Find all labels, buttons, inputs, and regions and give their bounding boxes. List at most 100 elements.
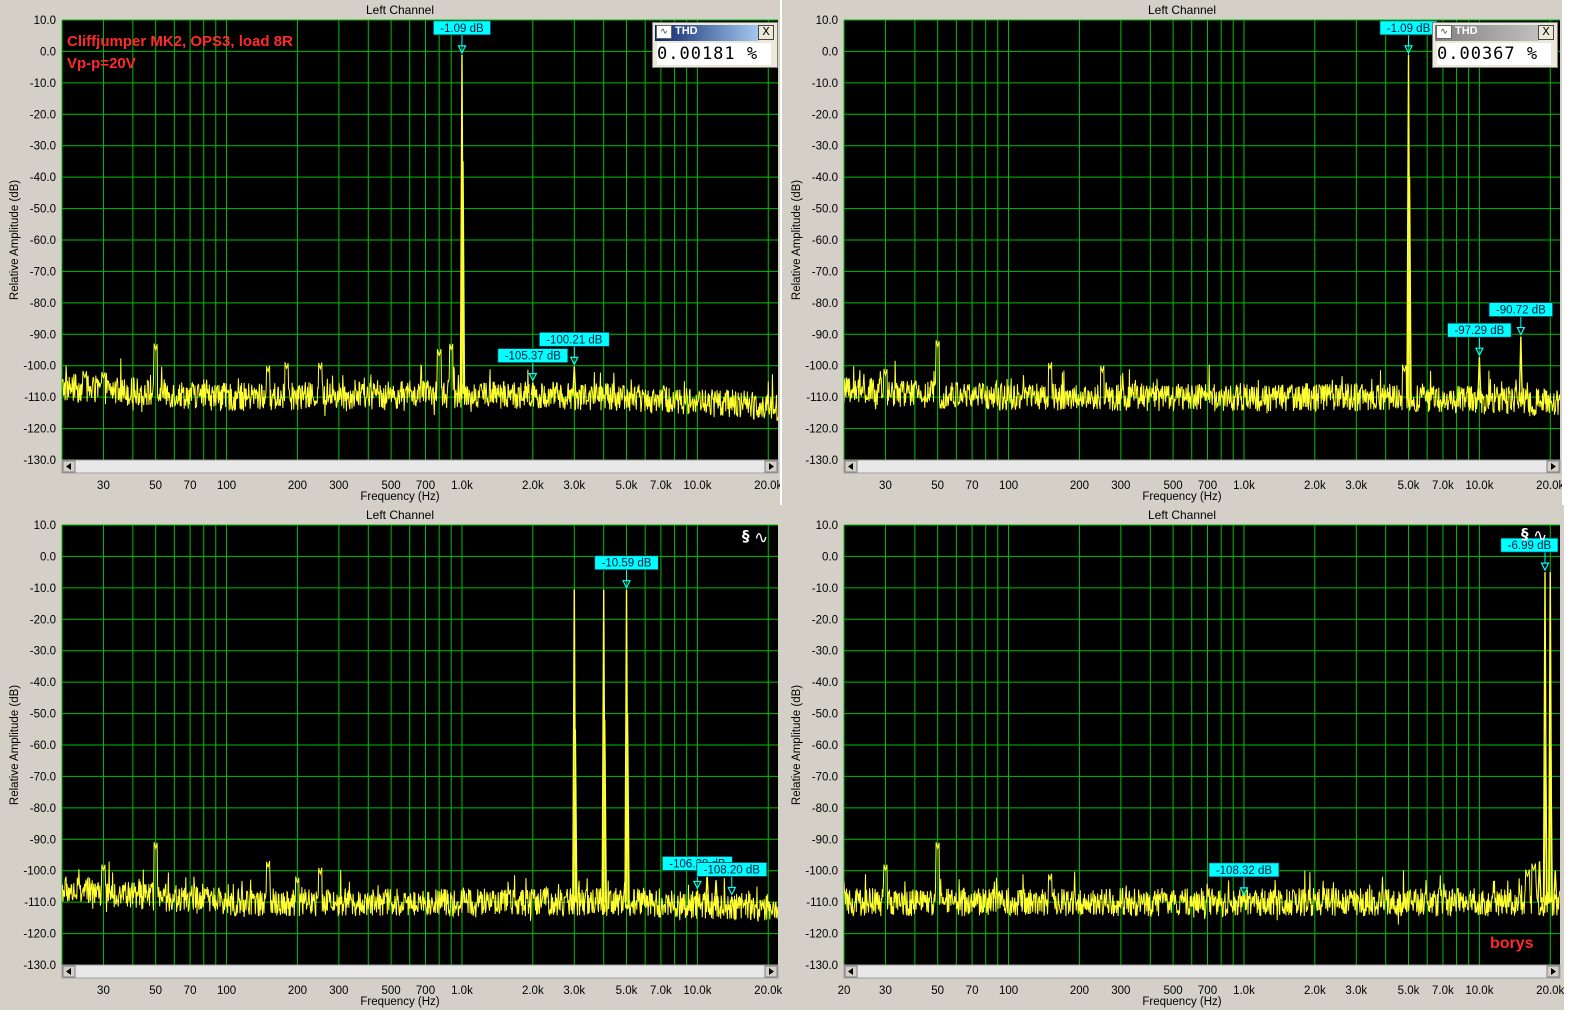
y-tick-label: -10.0 [812, 583, 838, 595]
y-axis-label: Relative Amplitude (dB) [791, 685, 803, 805]
y-tick-label: 10.0 [816, 15, 838, 27]
y-tick-label: -20.0 [812, 614, 838, 626]
x-tick-label: 70 [966, 985, 979, 997]
y-tick-label: -80.0 [30, 298, 56, 310]
x-tick-label: 1.0k [1233, 480, 1255, 492]
y-tick-label: -40.0 [30, 172, 56, 184]
x-tick-label: 20.0k [1536, 480, 1562, 492]
chart-title: Left Channel [366, 3, 434, 17]
x-tick-label: 20.0k [754, 480, 780, 492]
marker-label: -100.21 dB [546, 334, 603, 346]
close-icon[interactable]: X [1538, 25, 1554, 40]
x-tick-label: 3.0k [563, 985, 585, 997]
y-tick-label: -60.0 [30, 740, 56, 752]
generator-icon[interactable]: § ∿ [1517, 525, 1557, 551]
x-tick-label: 70 [184, 985, 197, 997]
x-tick-label: 50 [149, 985, 162, 997]
y-tick-label: -100.0 [23, 361, 56, 373]
y-tick-label: -90.0 [30, 329, 56, 341]
note-line-1: Cliffjumper MK2, OPS3, load 8R [67, 33, 293, 50]
spectrum-chart-2: Left Channel 10.0 0.0 -10.0 -20.0 -30.0 -40.0 -… [791, 3, 1562, 503]
thd-title: THD [1455, 25, 1478, 37]
x-tick-label: 100 [999, 985, 1018, 997]
y-tick-label: 10.0 [34, 15, 56, 27]
y-tick-label: -10.0 [812, 78, 838, 90]
y-tick-label: -70.0 [812, 771, 838, 783]
horizontal-scrollbar[interactable] [843, 459, 1561, 474]
x-tick-label: 10.0k [1465, 480, 1493, 492]
x-tick-label: 3.0k [1345, 985, 1367, 997]
y-tick-label: -100.0 [805, 866, 838, 878]
thd-window-right[interactable]: ∿ THD X 0.00367 % [1432, 22, 1558, 68]
spectrum-chart-3: Left Channel 10.0 0.0 -10.0 -20.0 -30.0 -40.0 -… [9, 508, 782, 1008]
note-line-2: Vp-p=20V [67, 55, 136, 72]
x-tick-label: 200 [288, 480, 307, 492]
thd-value: 0.00367 % [1437, 43, 1551, 65]
y-tick-label: -50.0 [812, 709, 838, 721]
x-tick-label: 10.0k [683, 985, 711, 997]
y-tick-label: -80.0 [812, 803, 838, 815]
y-tick-label: -60.0 [812, 740, 838, 752]
y-tick-label: -40.0 [812, 677, 838, 689]
y-tick-label: -30.0 [812, 646, 838, 658]
x-tick-label: 70 [184, 480, 197, 492]
x-tick-label: 5.0k [616, 480, 638, 492]
y-tick-label: -110.0 [24, 392, 56, 404]
y-tick-label: 0.0 [822, 551, 838, 563]
x-tick-label: 5.0k [1398, 985, 1420, 997]
x-tick-label: 2.0k [522, 480, 544, 492]
thd-window-left[interactable]: ∿ THD X 0.00181 % [652, 22, 778, 68]
x-tick-label: 300 [1111, 480, 1130, 492]
x-tick-label: 100 [999, 480, 1018, 492]
close-icon[interactable]: X [758, 25, 774, 40]
measurement-note: Cliffjumper MK2, OPS3, load 8R Vp-p=20V [67, 31, 293, 75]
scrollbar-track [843, 459, 1561, 474]
x-tick-label: 2.0k [522, 985, 544, 997]
x-tick-label: 2.0k [1304, 985, 1326, 997]
generator-icon[interactable]: § ∿ [738, 527, 778, 553]
x-tick-label: 200 [1070, 480, 1089, 492]
chart-panel-bottom-left: Left Channel 10.0 0.0 -10.0 -20.0 -30.0 -40.0 -… [0, 505, 782, 1010]
chart-title: Left Channel [1148, 3, 1216, 17]
y-tick-label: -10.0 [30, 583, 56, 595]
y-tick-label: -20.0 [30, 109, 56, 121]
x-tick-label: 3.0k [1345, 480, 1367, 492]
chart-title: Left Channel [1148, 508, 1216, 522]
y-tick-label: -40.0 [30, 677, 56, 689]
y-tick-label: -90.0 [30, 834, 56, 846]
scrollbar-track [61, 964, 779, 979]
waveform-icon: ∿ [1436, 25, 1452, 39]
x-tick-label: 5.0k [1398, 480, 1420, 492]
chart-title: Left Channel [366, 508, 434, 522]
thd-value: 0.00181 % [657, 43, 771, 65]
y-tick-label: -60.0 [812, 235, 838, 247]
x-tick-label: 50 [931, 985, 944, 997]
x-tick-label: 5.0k [616, 985, 638, 997]
x-tick-label: 2.0k [1304, 480, 1326, 492]
y-tick-label: -50.0 [30, 709, 56, 721]
x-tick-label: 20 [838, 985, 851, 997]
horizontal-scrollbar[interactable] [61, 459, 779, 474]
x-tick-label: 300 [329, 985, 348, 997]
y-axis-label: Relative Amplitude (dB) [791, 180, 803, 300]
horizontal-scrollbar[interactable] [61, 964, 779, 979]
x-axis-label: Frequency (Hz) [1142, 996, 1221, 1008]
marker-label: -10.59 dB [602, 558, 652, 570]
x-tick-label: 10.0k [683, 480, 711, 492]
horizontal-scrollbar[interactable] [843, 964, 1561, 979]
y-tick-label: -30.0 [30, 646, 56, 658]
y-tick-label: -120.0 [23, 424, 56, 436]
x-tick-label: 30 [879, 985, 892, 997]
x-tick-label: 50 [931, 480, 944, 492]
y-tick-label: -80.0 [30, 803, 56, 815]
y-tick-label: -130.0 [805, 455, 838, 467]
y-tick-label: -40.0 [812, 172, 838, 184]
marker-label: -1.09 dB [1387, 23, 1431, 35]
y-tick-label: 0.0 [822, 46, 838, 58]
x-tick-label: 7.0k [650, 985, 672, 997]
y-tick-label: -60.0 [30, 235, 56, 247]
y-tick-label: -50.0 [30, 204, 56, 216]
y-tick-label: -50.0 [812, 204, 838, 216]
marker-label: -108.20 dB [704, 864, 761, 876]
marker-label: -108.32 dB [1216, 865, 1273, 877]
